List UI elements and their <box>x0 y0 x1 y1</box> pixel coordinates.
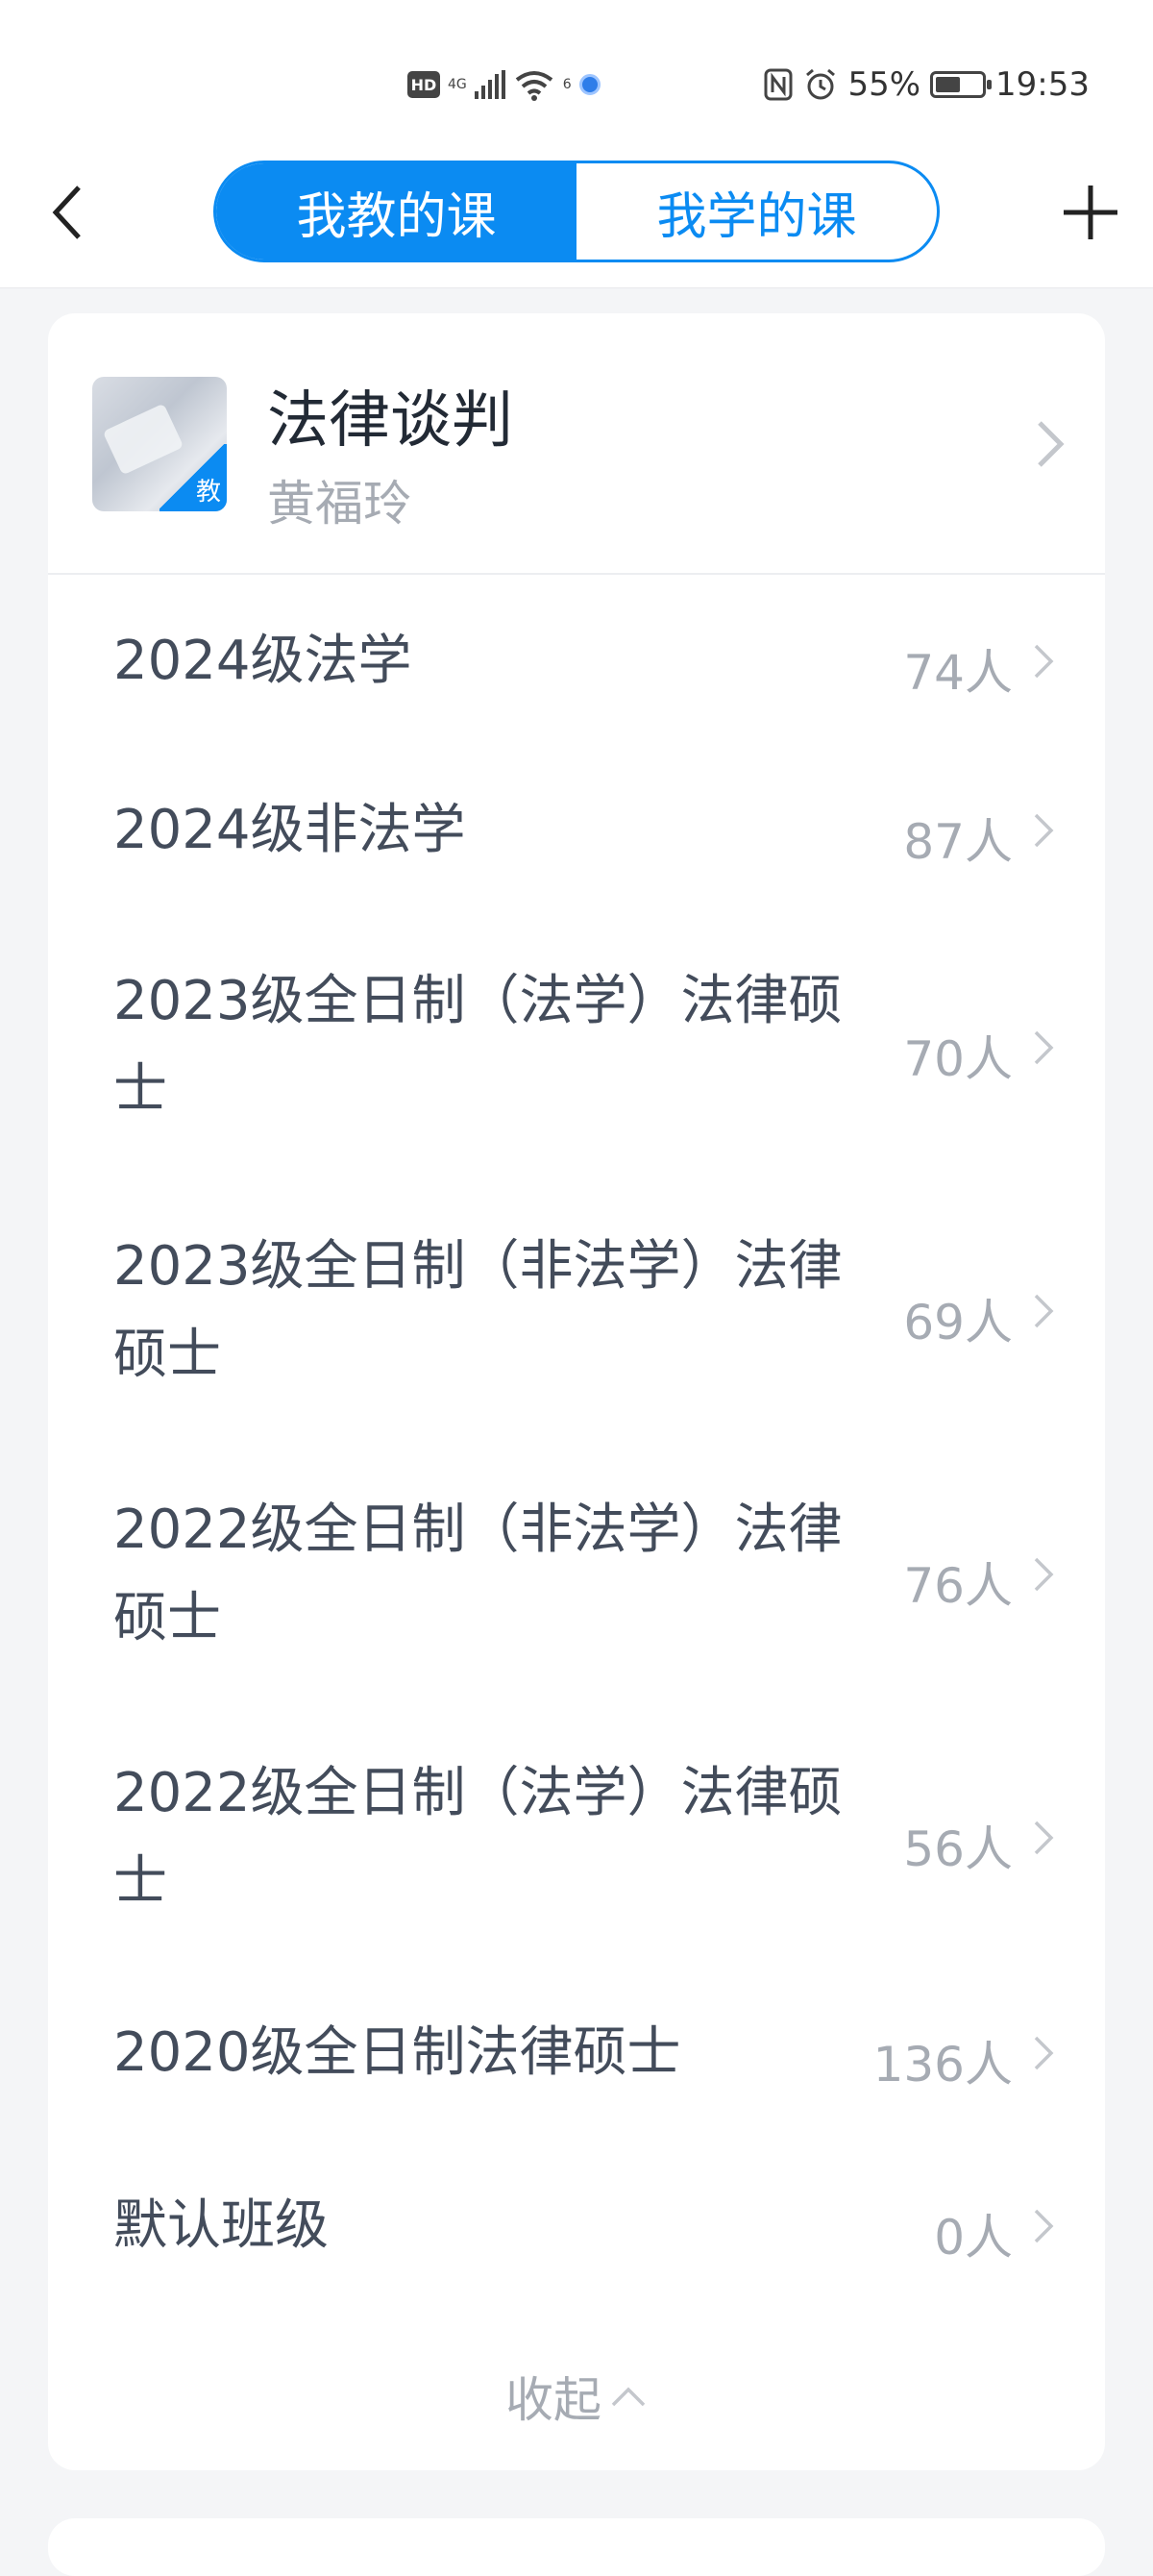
class-count: 76人 <box>903 1558 1013 1614</box>
class-name: 2023级全日制（非法学）法律硕士 <box>113 1235 843 1386</box>
nfc-icon <box>764 68 793 101</box>
course-header[interactable]: 教 法律谈判 黄福玲 <box>48 313 1105 575</box>
battery-level <box>936 77 961 92</box>
class-count: 70人 <box>903 1031 1013 1087</box>
network-type: 4G <box>448 77 467 92</box>
class-row[interactable]: 2022级全日制（法学）法律硕士 56人 <box>48 1711 1105 1976</box>
nav-bar: 我教的课 我学的课 <box>0 144 1153 288</box>
class-name: 2024级法学 <box>113 630 412 692</box>
battery-percent: 55% <box>847 65 921 104</box>
class-row[interactable]: 2023级全日制（非法学）法律硕士 69人 <box>48 1184 1105 1448</box>
tab-learning[interactable]: 我学的课 <box>576 163 937 260</box>
chevron-right-icon <box>1034 813 1054 848</box>
status-icons-left: HD 4G 6 <box>407 65 601 104</box>
wifi-icon <box>515 71 552 101</box>
back-icon[interactable] <box>38 179 96 246</box>
battery-icon <box>930 71 993 98</box>
course-card: 教 法律谈判 黄福玲 2024级法学 74人 2024级非法学 87人 2023… <box>48 313 1105 2470</box>
class-row[interactable]: 2022级全日制（非法学）法律硕士 76人 <box>48 1448 1105 1711</box>
chevron-right-icon <box>1038 421 1065 467</box>
class-count: 0人 <box>934 2210 1013 2266</box>
course-cover-image: 教 <box>92 377 227 511</box>
class-name: 默认班级 <box>113 2194 329 2257</box>
chevron-right-icon <box>1034 644 1054 679</box>
chevron-right-icon <box>1034 1294 1054 1328</box>
hd-icon: HD <box>407 71 440 98</box>
course-role-switch: 我教的课 我学的课 <box>213 161 940 262</box>
alarm-icon <box>806 68 836 100</box>
class-row[interactable]: 2023级全日制（法学）法律硕士 70人 <box>48 921 1105 1184</box>
wifi-6-label: 6 <box>562 77 572 92</box>
clock: 19:53 <box>995 65 1090 104</box>
tab-teaching[interactable]: 我教的课 <box>216 163 576 260</box>
course-title: 法律谈判 <box>267 385 513 457</box>
course-teacher: 黄福玲 <box>267 476 411 532</box>
class-count: 74人 <box>903 645 1013 701</box>
class-count: 56人 <box>903 1821 1013 1877</box>
class-name: 2023级全日制（法学）法律硕士 <box>113 970 843 1121</box>
collapse-button[interactable]: 收起 <box>48 2363 1105 2430</box>
class-row[interactable]: 2024级非法学 87人 <box>48 748 1105 921</box>
collapse-label: 收起 <box>505 2372 601 2428</box>
class-row[interactable]: 2020级全日制法律硕士 136人 <box>48 1976 1105 2149</box>
add-icon[interactable] <box>1057 179 1124 246</box>
status-bar: HD 4G 6 55% 19:53 <box>0 0 1153 144</box>
signal-icon <box>474 70 505 99</box>
next-course-card[interactable] <box>48 2518 1105 2576</box>
chevron-right-icon <box>1034 1030 1054 1065</box>
chevron-right-icon <box>1034 1821 1054 1855</box>
class-name: 2022级全日制（非法学）法律硕士 <box>113 1499 843 1649</box>
class-name: 2022级全日制（法学）法律硕士 <box>113 1762 843 1913</box>
chevron-right-icon <box>1034 2036 1054 2070</box>
class-count: 136人 <box>872 2037 1013 2093</box>
status-icons-right: 55% 19:53 <box>763 65 1090 104</box>
class-name: 2020级全日制法律硕士 <box>113 2021 681 2084</box>
class-count: 69人 <box>903 1295 1013 1350</box>
class-count: 87人 <box>903 814 1013 870</box>
class-row[interactable]: 2024级法学 74人 <box>48 575 1105 748</box>
class-row[interactable]: 默认班级 0人 <box>48 2149 1105 2322</box>
chevron-up-icon <box>611 2387 646 2407</box>
chevron-right-icon <box>1034 1557 1054 1592</box>
teacher-badge: 教 <box>159 444 227 511</box>
app-notification-icon <box>578 74 601 95</box>
class-name: 2024级非法学 <box>113 799 466 861</box>
chevron-right-icon <box>1034 2209 1054 2243</box>
